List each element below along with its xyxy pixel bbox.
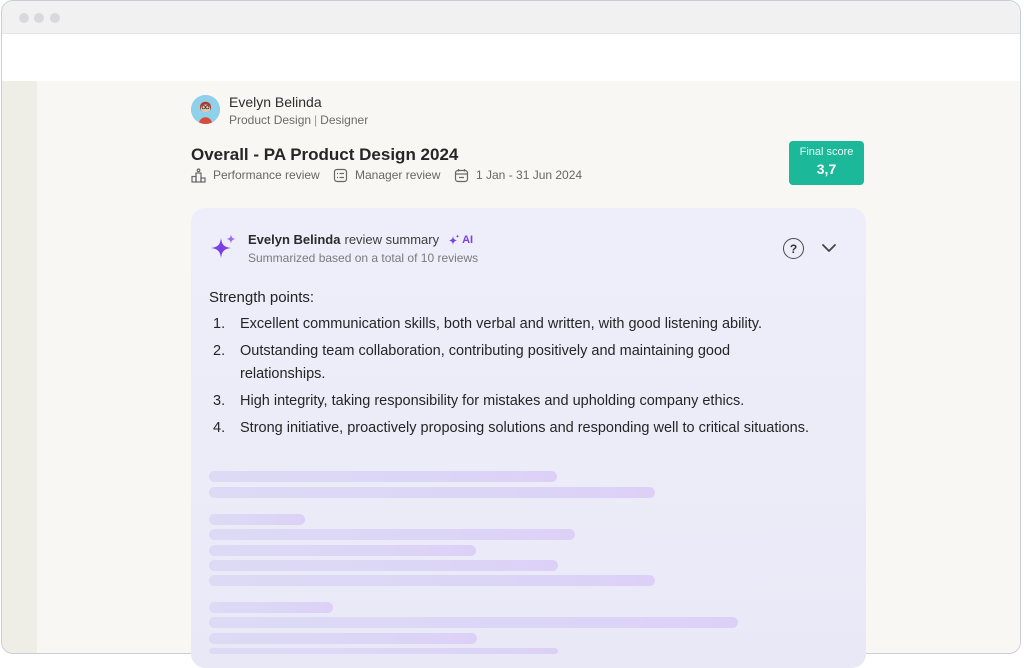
summary-subtitle: Summarized based on a total of 10 review… — [248, 251, 479, 265]
reviewer-type-label: Manager review — [355, 168, 441, 182]
review-type-label: Performance review — [213, 168, 320, 182]
window-titlebar — [2, 1, 1020, 34]
loading-skeleton — [209, 617, 738, 628]
calendar-icon — [454, 168, 469, 182]
list-item-text: Excellent communication skills, both ver… — [240, 316, 762, 332]
list-item: 1. Excellent communication skills, both v… — [213, 313, 813, 336]
loading-skeleton — [209, 514, 305, 525]
loading-skeleton — [209, 487, 655, 498]
user-department: Product Design — [229, 113, 312, 127]
loading-skeleton — [209, 545, 476, 556]
sparkle-small-icon — [449, 234, 460, 245]
reviewer-type: Manager review — [333, 166, 440, 184]
review-type: Performance review — [191, 166, 320, 184]
user-job-title: Designer — [320, 113, 369, 127]
user-role: Product Design | Designer — [229, 113, 368, 127]
podium-icon — [191, 167, 206, 183]
review-period-label: 1 Jan - 31 Jun 2024 — [476, 168, 583, 182]
final-score-value: 3,7 — [816, 161, 837, 177]
avatar[interactable] — [191, 95, 220, 124]
window-dot[interactable] — [34, 13, 44, 23]
strength-points-title: Strength points: — [209, 289, 315, 306]
loading-skeleton — [209, 560, 558, 571]
loading-skeleton — [209, 648, 558, 654]
list-item-number: 2. — [213, 343, 226, 359]
summary-title: Evelyn Belinda review summary AI — [248, 232, 473, 247]
loading-skeleton — [209, 633, 477, 644]
help-icon: ? — [789, 241, 798, 256]
strength-points-list: 1. Excellent communication skills, both v… — [213, 313, 813, 444]
review-period: 1 Jan - 31 Jun 2024 — [454, 166, 582, 184]
list-item: 2. Outstanding team collaboration, contri… — [213, 340, 813, 386]
final-score-badge: Final score 3,7 — [789, 141, 864, 185]
window-dot[interactable] — [19, 13, 29, 23]
user-name: Evelyn Belinda — [229, 94, 322, 110]
app-topbar — [2, 34, 1020, 81]
ai-badge-label: AI — [462, 233, 474, 246]
list-item-text: Strong initiative, proactively proposing… — [240, 420, 810, 436]
form-icon — [333, 168, 348, 182]
chevron-down-icon[interactable] — [820, 240, 838, 256]
list-item-text: Outstanding team collaboration, contribu… — [240, 343, 731, 382]
loading-skeleton — [209, 529, 575, 540]
loading-skeleton — [209, 471, 557, 482]
list-item: 3. High integrity, taking responsibility … — [213, 390, 813, 413]
list-item-number: 4. — [213, 420, 226, 436]
summary-user-name: Evelyn Belinda — [248, 232, 341, 247]
list-item-number: 3. — [213, 393, 226, 409]
list-item: 4. Strong initiative, proactively proposi… — [213, 417, 813, 440]
summary-title-suffix: review summary — [344, 232, 440, 247]
list-item-number: 1. — [213, 316, 226, 332]
loading-skeleton — [209, 602, 333, 613]
list-item-text: High integrity, taking responsibility fo… — [240, 393, 745, 409]
window-dot[interactable] — [50, 13, 60, 23]
final-score-label: Final score — [799, 146, 854, 158]
page-title: Overall - PA Product Design 2024 — [191, 145, 459, 164]
help-button[interactable]: ? — [783, 238, 804, 259]
loading-skeleton — [209, 575, 655, 586]
sparkle-icon — [211, 234, 236, 258]
left-sidebar-strip — [2, 81, 37, 653]
role-separator: | — [314, 113, 318, 127]
ai-badge: AI — [448, 234, 473, 246]
